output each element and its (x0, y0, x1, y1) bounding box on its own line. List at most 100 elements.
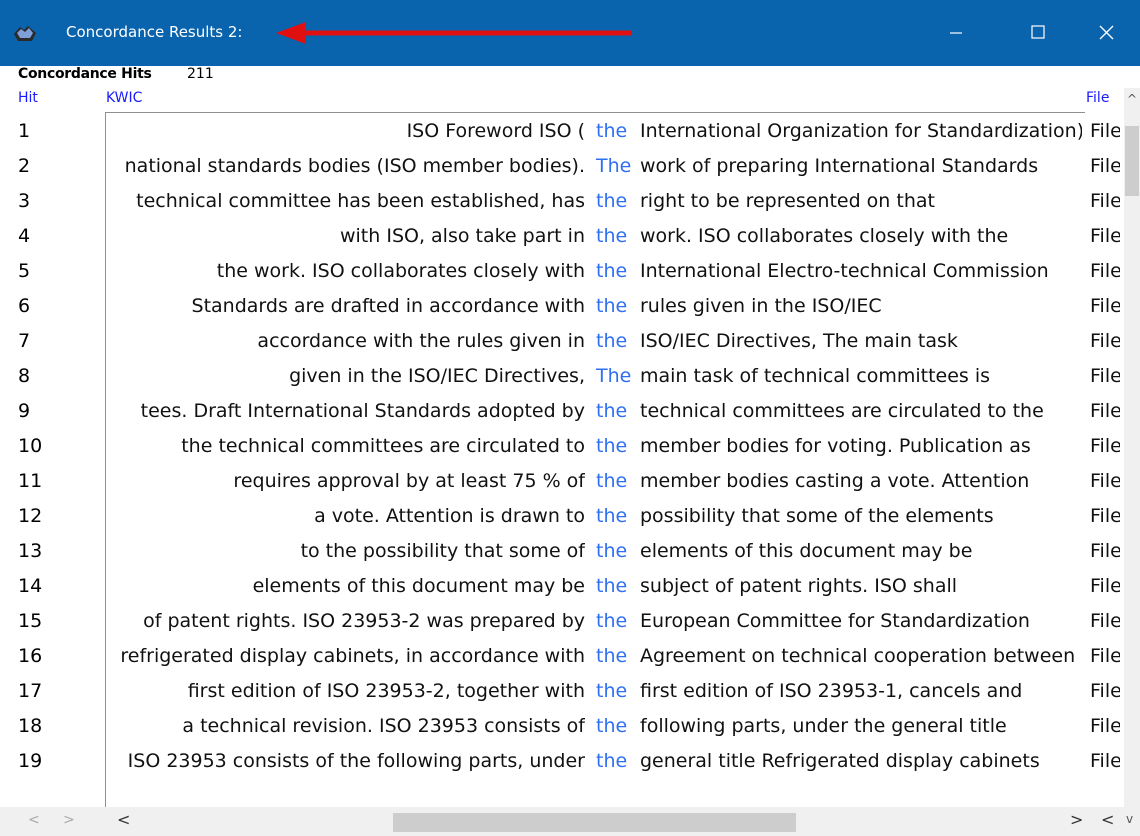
column-header-kwic[interactable]: KWIC (106, 90, 142, 106)
close-button[interactable] (1074, 0, 1140, 66)
file-cell: File (1090, 330, 1120, 352)
file-cell: File (1090, 680, 1120, 702)
left-context: the technical committees are circulated … (107, 429, 585, 464)
left-context: requires approval by at least 75 % of (107, 464, 585, 499)
left-context: Standards are drafted in accordance with (107, 289, 585, 324)
hit-number: 17 (18, 680, 43, 702)
keyword: the (596, 470, 628, 492)
minimize-button[interactable] (925, 0, 991, 66)
keyword: the (596, 330, 628, 352)
table-row[interactable]: 16 refrigerated display cabinets, in acco… (0, 639, 1124, 674)
left-context-text: tees. Draft International Standards adop… (140, 400, 585, 422)
left-context-text: technical committee has been established… (136, 190, 585, 212)
table-row[interactable]: 14 elements of this document may be the sub… (0, 569, 1124, 604)
hit-number: 3 (18, 190, 31, 212)
table-row[interactable]: 4 with ISO, also take part in the work. ISO… (0, 219, 1124, 254)
hit-number: 14 (18, 575, 43, 597)
right-context: first edition of ISO 23953-1, cancels an… (640, 680, 1023, 702)
file-cell: File (1090, 540, 1120, 562)
table-row[interactable]: 7 accordance with the rules given in the IS… (0, 324, 1124, 359)
keyword: the (596, 680, 628, 702)
left-context: accordance with the rules given in (107, 324, 585, 359)
keyword: the (596, 575, 628, 597)
right-context: Agreement on technical cooperation betwe… (640, 645, 1076, 667)
right-context: general title Refrigerated display cabin… (640, 750, 1040, 772)
file-cell: File (1090, 610, 1120, 632)
table-row[interactable]: 10 the technical committees are circulate… (0, 429, 1124, 464)
right-context: member bodies casting a vote. Attention (640, 470, 1030, 492)
left-context-text: a technical revision. ISO 23953 consists… (182, 715, 585, 737)
file-scroll-left-arrow[interactable]: < (1101, 810, 1114, 829)
right-context: subject of patent rights. ISO shall (640, 575, 958, 597)
scroll-up-arrow[interactable]: ^ (1124, 88, 1140, 108)
table-row[interactable]: 6 Standards are drafted in accordance wit… (0, 289, 1124, 324)
keyword: the (596, 540, 628, 562)
minimize-icon (950, 32, 962, 34)
hit-number: 13 (18, 540, 43, 562)
table-row[interactable]: 1 ISO Foreword ISO (the International Orga… (0, 114, 1124, 149)
hit-number: 5 (18, 260, 31, 282)
hit-number: 19 (18, 750, 43, 772)
hit-number: 18 (18, 715, 43, 737)
right-context: possibility that some of the elements (640, 505, 994, 527)
file-cell: File (1090, 575, 1120, 597)
keyword: the (596, 190, 628, 212)
table-row[interactable]: 3 technical committee has been establishe… (0, 184, 1124, 219)
table-row[interactable]: 12 a vote. Attention is drawn to the possib… (0, 499, 1124, 534)
keyword: the (596, 260, 628, 282)
right-context: work of preparing International Standard… (640, 155, 1039, 177)
right-context: elements of this document may be (640, 540, 973, 562)
file-cell: File (1090, 155, 1120, 177)
table-row[interactable]: 8 given in the ISO/IEC Directives, The main… (0, 359, 1124, 394)
right-context: member bodies for voting. Publication as (640, 435, 1031, 457)
column-header-file[interactable]: File (1086, 90, 1109, 106)
left-context-text: accordance with the rules given in (257, 330, 585, 352)
column-header-hit[interactable]: Hit (18, 90, 38, 106)
left-context: to the possibility that some of (107, 534, 585, 569)
file-cell: File (1090, 295, 1120, 317)
left-context: the work. ISO collaborates closely with (107, 254, 585, 289)
left-context-text: a vote. Attention is drawn to (314, 505, 585, 527)
right-context: ISO/IEC Directives, The main task (640, 330, 958, 352)
table-row[interactable]: 19 ISO 23953 consists of the following pa… (0, 744, 1124, 779)
maximize-button[interactable] (1006, 0, 1072, 66)
horizontal-scroll-thumb[interactable] (393, 813, 796, 832)
hit-scroll-right-arrow[interactable]: > (63, 812, 75, 828)
table-row[interactable]: 13 to the possibility that some of the elem… (0, 534, 1124, 569)
kwic-scroll-right-arrow[interactable]: > (1070, 810, 1083, 829)
concordance-list[interactable]: 1 ISO Foreword ISO (the International Orga… (0, 110, 1124, 807)
table-row[interactable]: 9 tees. Draft International Standards ado… (0, 394, 1124, 429)
hit-number: 1 (18, 120, 31, 142)
keyword: the (596, 225, 628, 247)
keyword: the (596, 435, 628, 457)
right-context: following parts, under the general title (640, 715, 1007, 737)
left-context-text: requires approval by at least 75 % of (233, 470, 585, 492)
scroll-down-arrow[interactable]: v (1126, 812, 1133, 826)
hit-number: 12 (18, 505, 43, 527)
concordance-app-icon (14, 26, 36, 41)
file-cell: File (1090, 715, 1120, 737)
left-context-text: given in the ISO/IEC Directives, (289, 365, 585, 387)
table-row[interactable]: 5 the work. ISO collaborates closely with… (0, 254, 1124, 289)
left-context: of patent rights. ISO 23953-2 was prepar… (107, 604, 585, 639)
title-bar[interactable]: Concordance Results 2: (0, 0, 1140, 66)
left-context: a vote. Attention is drawn to (107, 499, 585, 534)
left-context: a technical revision. ISO 23953 consists… (107, 709, 585, 744)
keyword: the (596, 120, 628, 142)
table-row[interactable]: 18 a technical revision. ISO 23953 consis… (0, 709, 1124, 744)
right-context: European Committee for Standardization (640, 610, 1030, 632)
vertical-scroll-thumb[interactable] (1125, 126, 1139, 196)
left-context-text: of patent rights. ISO 23953-2 was prepar… (143, 610, 585, 632)
table-row[interactable]: 15 of patent rights. ISO 23953-2 was prep… (0, 604, 1124, 639)
vertical-scrollbar[interactable]: ^ (1124, 88, 1140, 807)
kwic-scroll-left-arrow[interactable]: < (117, 810, 130, 829)
table-row[interactable]: 17 first edition of ISO 23953-2, together… (0, 674, 1124, 709)
file-cell: File (1090, 645, 1120, 667)
hit-scroll-left-arrow[interactable]: < (28, 812, 40, 828)
left-context: national standards bodies (ISO member bo… (107, 149, 585, 184)
hit-number: 2 (18, 155, 31, 177)
table-row[interactable]: 2 national standards bodies (ISO member b… (0, 149, 1124, 184)
left-context-text: with ISO, also take part in (339, 225, 585, 247)
table-row[interactable]: 11 requires approval by at least 75 % of t… (0, 464, 1124, 499)
left-context-text: ISO 23953 consists of the following part… (127, 750, 585, 772)
